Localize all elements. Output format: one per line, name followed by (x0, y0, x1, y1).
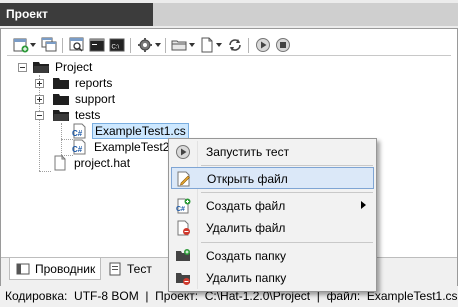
folder-icon (32, 59, 50, 75)
title-strip (153, 3, 458, 26)
refresh-icon[interactable] (227, 37, 243, 53)
console-icon[interactable] (89, 37, 105, 53)
menu-item-delete-file[interactable]: Удалить файл (171, 217, 374, 239)
status-separator: | (145, 289, 149, 303)
menu-item-run-test[interactable]: Запустить тест (171, 141, 374, 163)
folder-icon[interactable] (171, 37, 187, 53)
toolbar: C:\ (13, 37, 443, 57)
tree-node-label: ExampleTest1.cs (92, 123, 189, 139)
svg-text:C#: C# (72, 129, 83, 138)
new-project-icon[interactable] (13, 37, 29, 53)
menu-item-create-file[interactable]: C# Создать файл (171, 195, 374, 217)
new-cs-file-icon: C# (175, 198, 191, 214)
svg-text:C:\: C:\ (112, 45, 120, 51)
tree-line (39, 75, 40, 171)
tree-node-label: Project (55, 60, 93, 74)
svg-text:C#: C# (176, 206, 185, 213)
tree-node-label: reports (75, 76, 113, 90)
tree-node-exampletest1[interactable]: C# ExampleTest1.cs (71, 123, 189, 139)
folder-icon (52, 107, 70, 123)
title-bar: Проект (0, 0, 458, 28)
menu-item-delete-folder[interactable]: Удалить папку (171, 267, 374, 289)
svg-text:C#: C# (72, 145, 83, 154)
csharp-file-icon: C# (71, 123, 89, 139)
settings-icon[interactable] (137, 37, 153, 53)
folder-icon (52, 75, 70, 91)
encoding-label: Кодировка: (5, 289, 68, 303)
encoding-value: UTF-8 BOM (74, 289, 139, 303)
toolbar-separator (62, 38, 63, 53)
tree-node-project[interactable]: Project (32, 59, 94, 75)
tree-node-tests[interactable]: tests (52, 107, 102, 123)
menu-separator (201, 242, 373, 243)
submenu-arrow-icon (361, 201, 366, 209)
explorer-icon (16, 262, 30, 276)
tree-node-label: project.hat (74, 156, 131, 170)
dropdown-arrow-icon[interactable] (189, 43, 195, 48)
menu-item-label: Запустить тест (206, 145, 290, 159)
tree-node-support[interactable]: support (52, 91, 117, 107)
edit-file-icon (176, 171, 192, 187)
new-folder-icon (175, 248, 191, 264)
folder-icon (52, 91, 70, 107)
find-icon[interactable] (69, 37, 85, 53)
menu-item-label: Удалить файл (206, 221, 286, 235)
menu-separator (201, 165, 373, 166)
dropdown-arrow-icon[interactable] (155, 43, 161, 48)
tree-collapse-toggle[interactable] (18, 63, 27, 72)
file-value: ExampleTest1.cs (366, 289, 458, 303)
file-icon[interactable] (199, 37, 215, 53)
menu-item-create-folder[interactable]: Создать папку (171, 245, 374, 267)
test-icon (108, 262, 122, 276)
copy-window-icon[interactable] (41, 37, 57, 53)
document-icon (51, 155, 69, 171)
tree-node-label: support (75, 92, 116, 106)
tab-test[interactable]: Тест (102, 258, 158, 280)
menu-item-label: Создать файл (206, 199, 286, 213)
tab-label: Проводник (35, 261, 96, 276)
delete-folder-icon (175, 270, 191, 286)
context-menu: Запустить тест Открыть файл C# Создать ф… (168, 138, 377, 292)
tab-explorer[interactable]: Проводник (9, 258, 101, 280)
window-title: Проект (0, 3, 153, 26)
csharp-file-icon: C# (71, 139, 89, 155)
menu-separator (201, 192, 373, 193)
toolbar-separator (165, 38, 166, 53)
tree-node-project-hat[interactable]: project.hat (51, 155, 132, 171)
tree-node-reports[interactable]: reports (52, 75, 114, 91)
menu-item-label: Создать папку (206, 249, 286, 263)
toolbar-separator (130, 38, 131, 53)
menu-item-open-file[interactable]: Открыть файл (171, 167, 374, 189)
menu-item-label: Удалить папку (206, 271, 287, 285)
tab-label: Тест (127, 262, 152, 276)
menu-item-label: Открыть файл (207, 172, 288, 186)
tree-line (39, 171, 51, 172)
dropdown-arrow-icon[interactable] (216, 43, 222, 48)
tree-collapse-toggle[interactable] (35, 111, 44, 120)
terminal-icon[interactable]: C:\ (109, 37, 125, 53)
delete-file-icon (175, 220, 191, 236)
stop-icon[interactable] (275, 37, 291, 53)
tree-expand-toggle[interactable] (35, 79, 44, 88)
toolbar-separator (248, 38, 249, 53)
toolbar-divider (7, 55, 451, 56)
play-icon (175, 144, 191, 160)
tree-node-label: tests (75, 108, 101, 122)
dropdown-arrow-icon[interactable] (30, 43, 36, 48)
run-icon[interactable] (255, 37, 271, 53)
tree-expand-toggle[interactable] (35, 95, 44, 104)
